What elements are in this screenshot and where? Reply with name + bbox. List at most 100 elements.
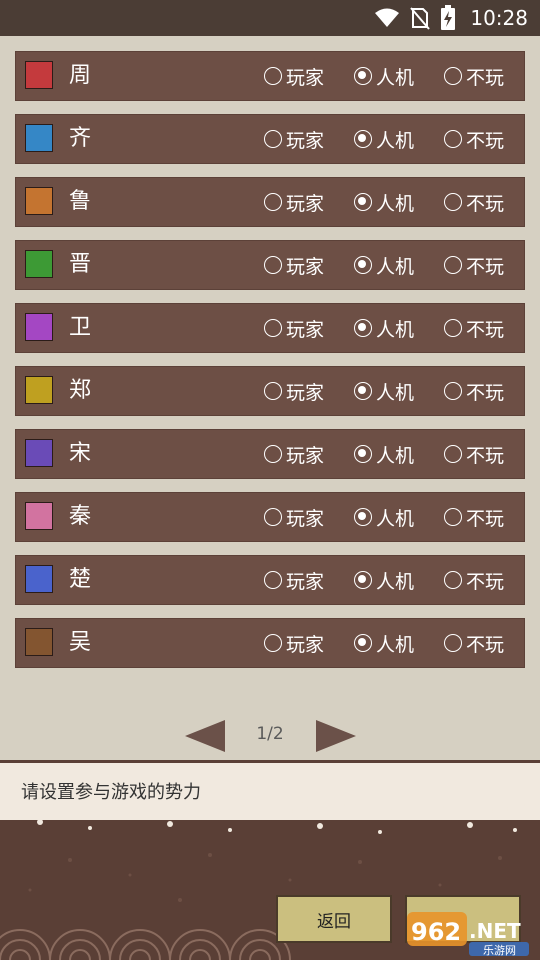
faction-list: 周玩家 人机 不玩齐玩家 人机 不玩鲁玩家 人机 不玩晋玩家 人机 不玩卫玩家 人机 不玩郑玩家 人机…	[15, 51, 525, 681]
faction-row: 吴 玩家 人机 不玩	[15, 618, 525, 668]
option-player-radio[interactable]: 玩家	[264, 177, 324, 227]
radio-button[interactable]	[354, 130, 372, 148]
radio-button[interactable]	[354, 634, 372, 652]
option-none-radio[interactable]: 不玩	[444, 429, 504, 479]
svg-text:乐游网: 乐游网	[483, 944, 516, 957]
radio-button[interactable]	[354, 571, 372, 589]
faction-name: 吴	[69, 630, 92, 655]
option-label: 不玩	[466, 381, 505, 404]
option-label: 人机	[376, 444, 415, 467]
faction-name: 晋	[69, 252, 92, 277]
option-none-radio[interactable]: 不玩	[444, 555, 504, 605]
radio-button[interactable]	[354, 508, 372, 526]
radio-button[interactable]	[354, 193, 372, 211]
faction-row: 楚 玩家 人机 不玩	[15, 555, 525, 605]
radio-button[interactable]	[264, 634, 282, 652]
option-player-radio[interactable]: 玩家	[264, 303, 324, 353]
option-label: 不玩	[466, 255, 505, 278]
radio-button[interactable]	[354, 67, 372, 85]
radio-button[interactable]	[444, 508, 462, 526]
radio-button[interactable]	[264, 445, 282, 463]
option-label: 不玩	[466, 444, 505, 467]
option-player-radio[interactable]: 玩家	[264, 555, 324, 605]
radio-button[interactable]	[354, 256, 372, 274]
option-none-radio[interactable]: 不玩	[444, 51, 504, 101]
option-ai-radio[interactable]: 人机	[354, 366, 414, 416]
faction-name: 宋	[69, 441, 92, 466]
radio-button[interactable]	[444, 67, 462, 85]
faction-row: 秦 玩家 人机 不玩	[15, 492, 525, 542]
option-label: 玩家	[286, 381, 325, 404]
option-player-radio[interactable]: 玩家	[264, 51, 324, 101]
faction-name: 鲁	[69, 189, 92, 214]
option-none-radio[interactable]: 不玩	[444, 492, 504, 542]
option-ai-radio[interactable]: 人机	[354, 240, 414, 290]
radio-button[interactable]	[264, 382, 282, 400]
back-button[interactable]: 返回	[276, 895, 392, 943]
option-ai-radio[interactable]: 人机	[354, 618, 414, 668]
option-player-radio[interactable]: 玩家	[264, 240, 324, 290]
triangle-left-icon[interactable]	[185, 719, 227, 757]
option-label: 人机	[376, 129, 415, 152]
faction-color-swatch	[25, 124, 53, 152]
faction-name: 周	[69, 63, 92, 88]
radio-button[interactable]	[444, 634, 462, 652]
option-player-radio[interactable]: 玩家	[264, 366, 324, 416]
option-player-radio[interactable]: 玩家	[264, 114, 324, 164]
radio-button[interactable]	[354, 382, 372, 400]
faction-color-swatch	[25, 313, 53, 341]
option-ai-radio[interactable]: 人机	[354, 492, 414, 542]
faction-row: 卫 玩家 人机 不玩	[15, 303, 525, 353]
option-none-radio[interactable]: 不玩	[444, 177, 504, 227]
option-label: 玩家	[286, 318, 325, 341]
option-label: 不玩	[466, 192, 505, 215]
option-none-radio[interactable]: 不玩	[444, 114, 504, 164]
option-label: 玩家	[286, 255, 325, 278]
option-none-radio[interactable]: 不玩	[444, 366, 504, 416]
radio-button[interactable]	[264, 193, 282, 211]
radio-button[interactable]	[354, 445, 372, 463]
option-none-radio[interactable]: 不玩	[444, 618, 504, 668]
option-ai-radio[interactable]: 人机	[354, 51, 414, 101]
radio-button[interactable]	[444, 445, 462, 463]
radio-button[interactable]	[444, 193, 462, 211]
radio-button[interactable]	[264, 508, 282, 526]
status-bar: 10:28	[0, 0, 540, 36]
option-ai-radio[interactable]: 人机	[354, 429, 414, 479]
option-none-radio[interactable]: 不玩	[444, 303, 504, 353]
radio-button[interactable]	[264, 130, 282, 148]
radio-button[interactable]	[264, 256, 282, 274]
option-ai-radio[interactable]: 人机	[354, 555, 414, 605]
radio-button[interactable]	[444, 382, 462, 400]
faction-color-swatch	[25, 628, 53, 656]
faction-name: 齐	[69, 126, 92, 151]
option-label: 人机	[376, 381, 415, 404]
hint-text: 请设置参与游戏的势力	[21, 782, 201, 803]
option-ai-radio[interactable]: 人机	[354, 114, 414, 164]
faction-row: 郑 玩家 人机 不玩	[15, 366, 525, 416]
radio-button[interactable]	[444, 256, 462, 274]
option-player-radio[interactable]: 玩家	[264, 618, 324, 668]
option-player-radio[interactable]: 玩家	[264, 492, 324, 542]
triangle-right-icon[interactable]	[316, 719, 358, 757]
option-ai-radio[interactable]: 人机	[354, 303, 414, 353]
radio-button[interactable]	[354, 319, 372, 337]
radio-button[interactable]	[264, 571, 282, 589]
svg-text:.NET: .NET	[469, 919, 521, 943]
option-label: 玩家	[286, 570, 325, 593]
radio-button[interactable]	[264, 319, 282, 337]
page-indicator: 1/2	[256, 724, 284, 744]
faction-row: 齐 玩家 人机 不玩	[15, 114, 525, 164]
faction-color-swatch	[25, 250, 53, 278]
option-label: 人机	[376, 507, 415, 530]
faction-name: 楚	[69, 567, 92, 592]
option-none-radio[interactable]: 不玩	[444, 240, 504, 290]
radio-button[interactable]	[444, 319, 462, 337]
option-label: 不玩	[466, 507, 505, 530]
radio-button[interactable]	[444, 130, 462, 148]
radio-button[interactable]	[264, 67, 282, 85]
faction-row: 周 玩家 人机 不玩	[15, 51, 525, 101]
option-ai-radio[interactable]: 人机	[354, 177, 414, 227]
option-player-radio[interactable]: 玩家	[264, 429, 324, 479]
radio-button[interactable]	[444, 571, 462, 589]
